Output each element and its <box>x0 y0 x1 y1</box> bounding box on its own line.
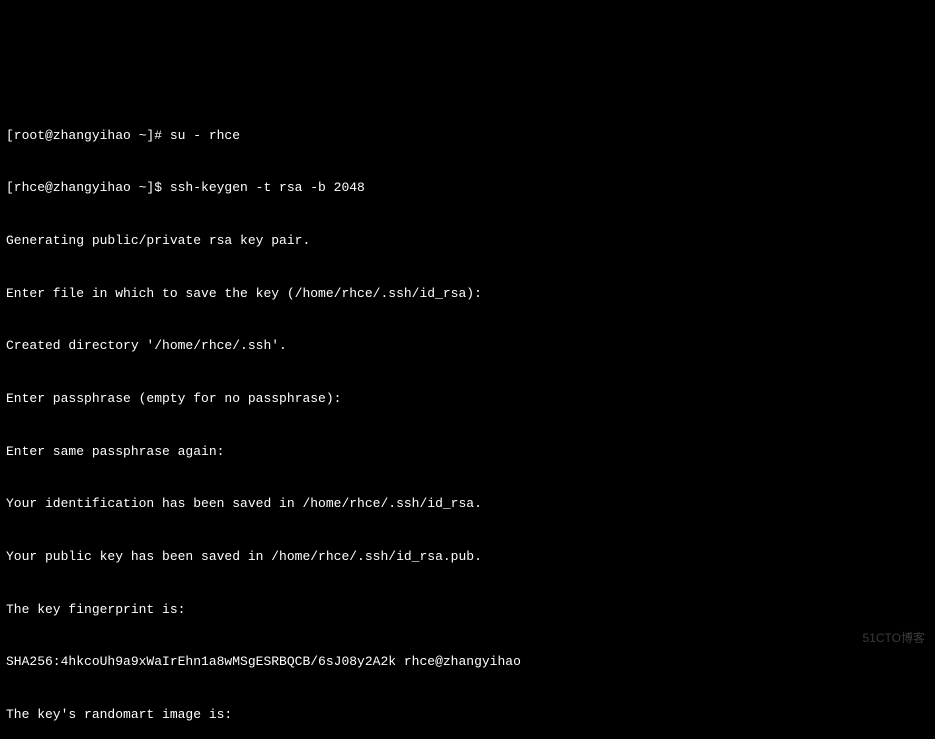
terminal-line: Enter passphrase (empty for no passphras… <box>6 390 929 408</box>
terminal-line: [rhce@zhangyihao ~]$ ssh-keygen -t rsa -… <box>6 179 929 197</box>
terminal-window[interactable]: [root@zhangyihao ~]# su - rhce [rhce@zha… <box>0 88 935 652</box>
terminal-line: Created directory '/home/rhce/.ssh'. <box>6 337 929 355</box>
terminal-line: Enter file in which to save the key (/ho… <box>6 285 929 303</box>
terminal-line: Your identification has been saved in /h… <box>6 495 929 513</box>
watermark: 51CTO博客 <box>863 630 925 646</box>
terminal-line: Your public key has been saved in /home/… <box>6 548 929 566</box>
terminal-line: The key fingerprint is: <box>6 601 929 619</box>
terminal-line: SHA256:4hkcoUh9a9xWaIrEhn1a8wMSgESRBQCB/… <box>6 653 929 671</box>
terminal-line: The key's randomart image is: <box>6 706 929 724</box>
terminal-line: Generating public/private rsa key pair. <box>6 232 929 250</box>
terminal-line: Enter same passphrase again: <box>6 443 929 461</box>
terminal-line: [root@zhangyihao ~]# su - rhce <box>6 127 929 145</box>
